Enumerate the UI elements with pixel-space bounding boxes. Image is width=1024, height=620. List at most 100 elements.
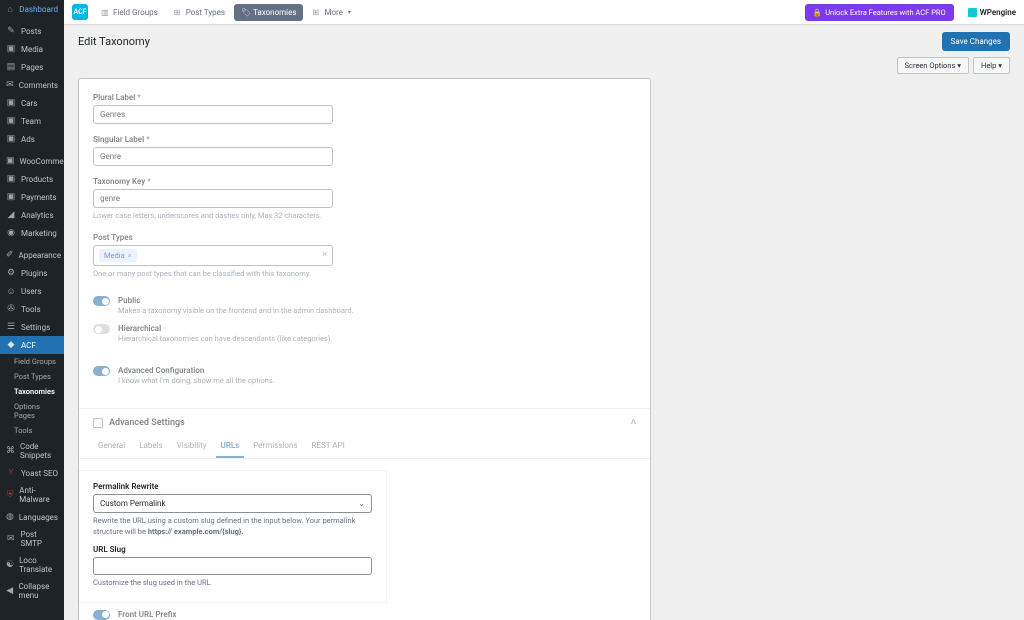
nav-post-types[interactable]: ⊞Post Types xyxy=(167,4,232,21)
menu-comments[interactable]: ✉Comments xyxy=(0,76,64,94)
menu-label: Team xyxy=(21,117,41,126)
menu-label: Languages xyxy=(19,513,58,522)
menu-label: Loco Translate xyxy=(19,556,58,574)
tag-icon: 🏷 xyxy=(241,8,250,17)
menu-label: Analytics xyxy=(21,211,54,220)
submenu-options-pages[interactable]: Options Pages xyxy=(0,399,64,423)
toggle-desc: Makes a taxonomy visible on the frontend… xyxy=(118,306,354,315)
submenu-post-types[interactable]: Post Types xyxy=(0,369,64,384)
tab-permissions[interactable]: Permissions xyxy=(248,436,302,458)
switch-front-url-prefix[interactable] xyxy=(93,610,110,620)
menu-products[interactable]: ▣Products xyxy=(0,170,64,188)
menu-marketing[interactable]: ◉Marketing xyxy=(0,224,64,242)
input-taxonomy-key[interactable] xyxy=(93,189,333,208)
submenu-acf-tools[interactable]: Tools xyxy=(0,423,64,438)
nav-label: More xyxy=(324,8,342,17)
switch-hierarchical[interactable] xyxy=(93,324,110,334)
woo-icon: ▣ xyxy=(6,156,15,166)
menu-label: Media xyxy=(21,45,43,54)
menu-label: Tools xyxy=(21,305,41,314)
menu-languages[interactable]: ◍ Languages xyxy=(0,508,64,526)
globe-icon: ◍ xyxy=(6,512,14,522)
pin-icon: ⊞ xyxy=(174,8,183,17)
menu-media[interactable]: ▣Media xyxy=(0,40,64,58)
wpengine-label: WPengine xyxy=(980,8,1016,17)
input-plural-label[interactable] xyxy=(93,105,333,124)
save-changes-button[interactable]: Save Changes xyxy=(942,32,1010,51)
post-type-token: Media× xyxy=(99,249,137,262)
menu-plugins[interactable]: ⚙Plugins xyxy=(0,264,64,282)
payments-icon: ▣ xyxy=(6,192,16,202)
switch-public[interactable] xyxy=(93,296,110,306)
menu-users[interactable]: ☺Users xyxy=(0,282,64,300)
menu-code-snippets[interactable]: ⌘Code Snippets xyxy=(0,438,64,464)
menu-label: Products xyxy=(21,175,53,184)
menu-dashboard[interactable]: ⌂Dashboard xyxy=(0,0,64,18)
toggle-hierarchical: Hierarchical Hierarchical taxonomies can… xyxy=(93,324,636,343)
menu-woocommerce[interactable]: ▣WooCommerce xyxy=(0,152,64,170)
screen-options-toggle[interactable]: Screen Options ▾ xyxy=(897,57,969,74)
menu-ads[interactable]: ▣Ads xyxy=(0,130,64,148)
menu-appearance[interactable]: ✐Appearance xyxy=(0,246,64,264)
settings-icon xyxy=(93,418,103,428)
menu-analytics[interactable]: ◢Analytics xyxy=(0,206,64,224)
menu-post-smtp[interactable]: ✉Post SMTP xyxy=(0,526,64,552)
help-toggle[interactable]: Help ▾ xyxy=(973,57,1010,74)
menu-posts[interactable]: ✎Posts xyxy=(0,22,64,40)
input-url-slug[interactable] xyxy=(93,557,372,575)
team-icon: ▣ xyxy=(6,116,16,126)
switch-advanced-config[interactable] xyxy=(93,366,110,376)
menu-label: Code Snippets xyxy=(20,442,58,460)
tab-labels[interactable]: Labels xyxy=(134,436,167,458)
tab-general[interactable]: General xyxy=(93,436,130,458)
menu-acf[interactable]: ◆ ACF xyxy=(0,336,64,354)
wpengine-icon xyxy=(968,8,977,17)
toggle-title: Public xyxy=(118,296,354,305)
clear-tokens-icon[interactable]: × xyxy=(322,250,327,260)
menu-cars[interactable]: ▣Cars xyxy=(0,94,64,112)
menu-label: ACF xyxy=(21,341,36,350)
menu-tools[interactable]: ✇ Tools xyxy=(0,300,64,318)
nav-field-groups[interactable]: ▥Field Groups xyxy=(94,4,165,21)
advanced-settings-title: Advanced Settings xyxy=(109,418,185,428)
chevron-down-icon: ▾ xyxy=(998,61,1002,70)
gauge-icon: ⌂ xyxy=(6,4,14,14)
sliders-icon: ☰ xyxy=(6,322,16,332)
tab-visibility[interactable]: Visibility xyxy=(172,436,212,458)
label-url-slug: URL Slug xyxy=(93,545,372,554)
menu-loco[interactable]: ☯Loco Translate xyxy=(0,552,64,578)
urls-spotlight: Permalink Rewrite Custom Permalink ⌄ Rew… xyxy=(79,471,386,602)
wrench-icon: ✇ xyxy=(6,304,16,314)
post-types-select[interactable]: Media× × xyxy=(93,245,333,266)
nav-taxonomies[interactable]: 🏷Taxonomies xyxy=(234,4,303,21)
menu-pages[interactable]: ▤Pages xyxy=(0,58,64,76)
help-taxonomy-key: Lower case letters, underscores and dash… xyxy=(93,211,636,222)
menu-label: Marketing xyxy=(21,229,57,238)
toggle-title: Front URL Prefix xyxy=(118,610,372,619)
nav-more[interactable]: ⊞More▾ xyxy=(305,4,357,21)
toggle-desc: Hierarchical taxonomies can have descend… xyxy=(118,334,333,343)
submenu-taxonomies[interactable]: Taxonomies xyxy=(0,384,64,399)
page-title: Edit Taxonomy xyxy=(78,35,150,48)
field-taxonomy-key: Taxonomy Key * Lower case letters, under… xyxy=(93,177,636,222)
advanced-settings-header[interactable]: Advanced Settings ˄ xyxy=(79,408,650,436)
select-permalink-rewrite[interactable]: Custom Permalink ⌄ xyxy=(93,494,372,513)
menu-payments[interactable]: ▣Payments xyxy=(0,188,64,206)
menu-label: Yoast SEO xyxy=(21,469,58,478)
label-post-types: Post Types xyxy=(93,233,636,242)
remove-token-icon[interactable]: × xyxy=(128,251,132,260)
unlock-pro-button[interactable]: 🔒Unlock Extra Features with ACF PRO xyxy=(805,4,954,21)
menu-yoast[interactable]: YYoast SEO xyxy=(0,464,64,482)
acf-icon: ◆ xyxy=(6,340,16,350)
menu-team[interactable]: ▣ Team xyxy=(0,112,64,130)
tab-urls[interactable]: URLs xyxy=(216,436,245,458)
submenu-field-groups[interactable]: Field Groups xyxy=(0,354,64,369)
tab-rest-api[interactable]: REST API xyxy=(307,436,350,458)
shield-icon: ⛨ xyxy=(6,490,14,500)
menu-settings[interactable]: ☰ Settings xyxy=(0,318,64,336)
input-singular-label[interactable] xyxy=(93,147,333,166)
menu-antimalware[interactable]: ⛨Anti-Malware xyxy=(0,482,64,508)
menu-label: Settings xyxy=(21,323,50,332)
menu-collapse[interactable]: ◀Collapse menu xyxy=(0,578,64,604)
nav-label: Taxonomies xyxy=(253,8,296,17)
